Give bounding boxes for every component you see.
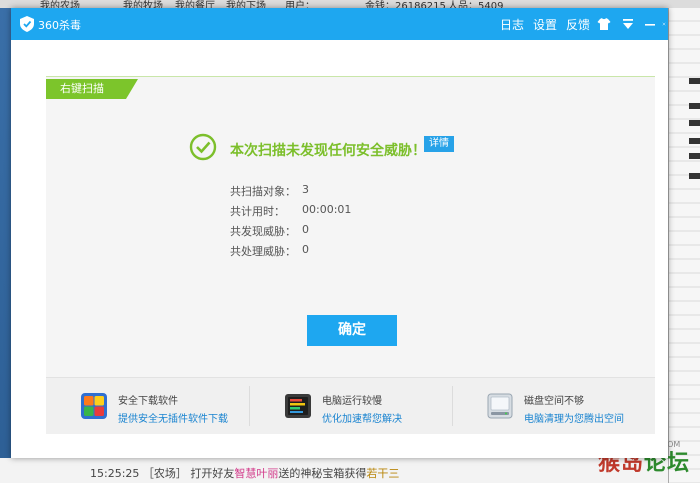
chat-text-c: 送的神秘宝箱获得	[278, 467, 367, 480]
chat-text-b: 智慧叶丽	[234, 467, 279, 480]
background-chat-text: 15:25:25 ［农场］ 打开好友智慧叶丽送的神秘宝箱获得若干三	[90, 465, 399, 481]
rec-link-disk[interactable]: 电脑清理为您腾出空间	[524, 410, 624, 425]
antivirus-window: 360杀毒 日志 设置 反馈 右键扫描 本次扫描未发现任何安全威胁！ 详情 共扫…	[11, 8, 668, 458]
background-list-marker	[689, 138, 700, 144]
stat-value-found: 0	[302, 223, 309, 236]
feedback-menu[interactable]: 反馈	[566, 16, 590, 33]
speed-monitor-icon	[285, 394, 311, 418]
scan-result-message: 本次扫描未发现任何安全威胁！	[230, 143, 426, 159]
background-right-list	[668, 8, 700, 483]
divider	[249, 386, 250, 426]
background-list-marker	[689, 153, 700, 159]
shield-logo-icon	[20, 16, 34, 32]
log-menu[interactable]: 日志	[500, 16, 524, 33]
success-check-icon	[189, 133, 217, 161]
disk-cleanup-icon	[487, 393, 513, 419]
stat-value-handled: 0	[302, 243, 309, 256]
recommendation-bar: 安全下载软件 提供安全无插件软件下载 电脑运行较慢 优化加速帮您解决 磁盘空间不…	[46, 377, 655, 434]
app-title: 360杀毒	[38, 19, 81, 32]
chat-text-a: ［农场］ 打开好友	[142, 467, 235, 480]
divider	[452, 386, 453, 426]
stat-label-found: 共发现威胁：	[230, 225, 296, 238]
close-icon[interactable]	[662, 16, 666, 32]
background-chat-line: 15:25:25 ［农场］ 打开好友智慧叶丽送的神秘宝箱获得若干三	[0, 458, 668, 483]
settings-menu[interactable]: 设置	[533, 16, 557, 33]
stat-value-duration: 00:00:01	[302, 203, 352, 216]
rec-link-software[interactable]: 提供安全无插件软件下载	[118, 410, 228, 425]
rec-link-speed[interactable]: 优化加速帮您解决	[322, 410, 402, 425]
scan-result-panel: 右键扫描 本次扫描未发现任何安全威胁！ 详情 共扫描对象： 3 共计用时： 00…	[46, 76, 655, 377]
software-grid-icon	[81, 393, 107, 419]
stat-label-duration: 共计用时：	[230, 205, 285, 218]
rec-title-disk: 磁盘空间不够	[524, 396, 584, 407]
shirt-icon[interactable]	[596, 16, 612, 32]
background-list-marker	[689, 78, 700, 84]
title-bar[interactable]: 360杀毒 日志 设置 反馈	[11, 8, 668, 40]
stat-label-scanned: 共扫描对象：	[230, 185, 296, 198]
chat-text-d: 若干三	[366, 467, 400, 480]
chat-time: 15:25:25	[90, 467, 140, 480]
minimize-icon[interactable]	[642, 16, 658, 32]
background-list-marker	[689, 173, 700, 179]
confirm-button[interactable]: 确定	[307, 315, 397, 346]
background-list-marker	[689, 120, 700, 126]
details-link[interactable]: 详情	[424, 136, 454, 152]
rec-title-speed: 电脑运行较慢	[322, 396, 382, 407]
scan-type-tag: 右键扫描	[60, 82, 104, 95]
stat-label-handled: 共处理威胁：	[230, 245, 296, 258]
menu-icon[interactable]	[620, 16, 636, 32]
rec-title-software: 安全下载软件	[118, 396, 178, 407]
background-left-edge	[0, 8, 11, 483]
stat-value-scanned: 3	[302, 183, 309, 196]
background-list-marker	[689, 103, 700, 109]
